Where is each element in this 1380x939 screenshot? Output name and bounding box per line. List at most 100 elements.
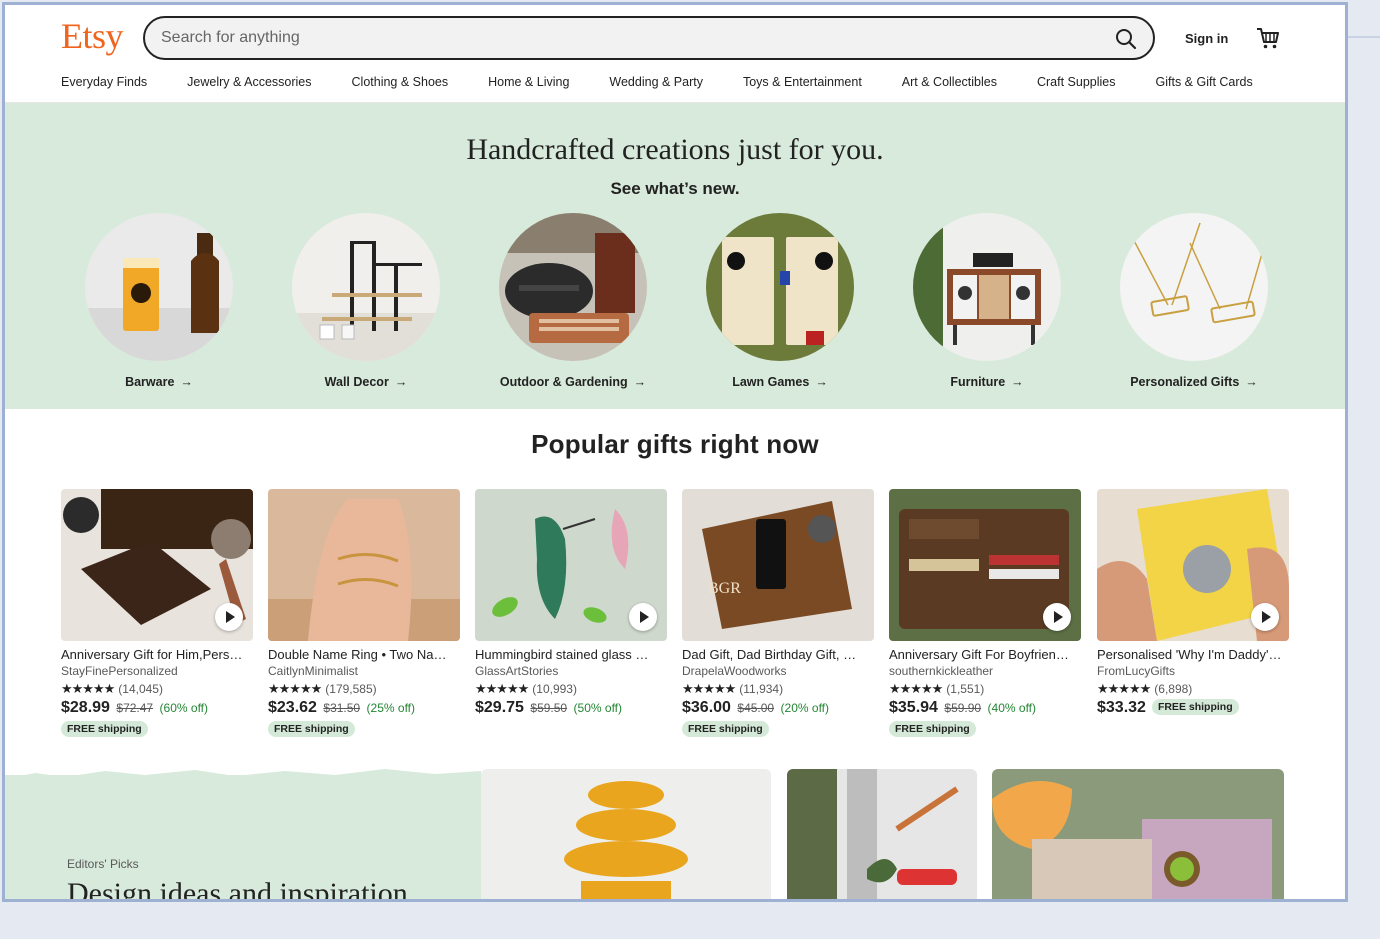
discount: (25% off) [366,701,416,715]
arrow-right-icon: → [1011,375,1024,389]
free-shipping-badge: FREE shipping [889,721,976,737]
free-shipping-badge: FREE shipping [268,721,355,737]
original-price: $72.47 [116,701,154,715]
product-card[interactable]: Anniversary Gift for Him,Pers… StayFineP… [61,489,253,737]
category-label: Lawn Games [732,375,810,389]
category-lawn-games[interactable]: Lawn Games → [705,213,855,389]
product-card[interactable]: BGR Dad Gift, Dad Birthday Gift, … Drape… [682,489,874,737]
discount: (60% off) [159,701,209,715]
product-image-wallet[interactable] [61,489,253,641]
star-rating-icon: ★★★★★ [682,681,736,696]
product-title[interactable]: Double Name Ring • Two Na… [268,647,460,662]
product-image-book[interactable] [1097,489,1289,641]
editors-pick-image-bowl-covers[interactable] [481,769,771,899]
free-shipping-badge: FREE shipping [61,721,148,737]
product-card[interactable]: Anniversary Gift For Boyfrien… southernk… [889,489,1081,737]
star-rating-icon: ★★★★★ [1097,681,1151,696]
review-count: (6,898) [1154,682,1193,696]
rating: ★★★★★ (11,934) [682,681,874,697]
nav-item-toys[interactable]: Toys & Entertainment [743,75,862,89]
editors-pick-image-fruit[interactable] [992,769,1284,899]
play-video-icon[interactable] [629,603,657,631]
nav-item-wedding[interactable]: Wedding & Party [609,75,703,89]
arrow-right-icon: → [394,375,408,389]
rating: ★★★★★ (14,045) [61,681,253,697]
product-title[interactable]: Dad Gift, Dad Birthday Gift, … [682,647,874,662]
product-image-docking-station[interactable]: BGR [682,489,874,641]
category-wall-decor[interactable]: Wall Decor → [291,213,441,389]
product-image-ring[interactable] [268,489,460,641]
category-label: Personalized Gifts [1130,375,1240,389]
star-rating-icon: ★★★★★ [268,681,322,696]
discount: (20% off) [780,701,830,715]
sale-price: $23.62 [268,699,317,716]
original-price: $59.50 [530,701,568,715]
product-title[interactable]: Hummingbird stained glass … [475,647,667,662]
sign-in-link[interactable]: Sign in [1185,31,1228,46]
play-video-icon[interactable] [1043,603,1071,631]
product-title[interactable]: Anniversary Gift For Boyfrien… [889,647,1081,662]
product-title[interactable]: Anniversary Gift for Him,Pers… [61,647,253,662]
hero-section: Handcrafted creations just for you. See … [5,103,1345,409]
nav-item-gifts[interactable]: Gifts & Gift Cards [1156,75,1253,89]
category-barware[interactable]: Barware → [84,213,234,389]
play-video-icon[interactable] [215,603,243,631]
search-input[interactable] [161,27,1081,49]
nav-item-clothing[interactable]: Clothing & Shoes [352,75,449,89]
editors-pick-image-bird-feeder[interactable] [787,769,977,899]
category-label: Barware [125,375,175,389]
nav-item-everyday-finds[interactable]: Everyday Finds [61,75,147,89]
category-nav: Everyday Finds Jewelry & Accessories Clo… [61,75,1293,89]
nav-item-jewelry[interactable]: Jewelry & Accessories [187,75,311,89]
browser-window: Etsy Sign in Everyday Finds Je [2,2,1348,902]
grill-image[interactable] [499,213,647,361]
shelf-image[interactable] [292,213,440,361]
category-label: Outdoor & Gardening [499,375,628,389]
rating: ★★★★★ (179,585) [268,681,460,697]
record-cabinet-image[interactable] [913,213,1061,361]
product-image-leather-wallet[interactable] [889,489,1081,641]
search-icon[interactable] [1113,26,1139,52]
nav-item-craft[interactable]: Craft Supplies [1037,75,1116,89]
arrow-right-icon: → [633,375,647,389]
shop-name: DrapelaWoodworks [682,664,787,678]
hero-title: Handcrafted creations just for you. [466,133,884,166]
category-label: Wall Decor [324,375,389,389]
star-rating-icon: ★★★★★ [475,681,529,696]
original-price: $31.50 [323,701,361,715]
product-image-hummingbird[interactable] [475,489,667,641]
category-label: Furniture [950,375,1006,389]
play-video-icon[interactable] [1251,603,1279,631]
arrow-right-icon: → [815,375,828,389]
arrow-right-icon: → [180,375,193,389]
rating: ★★★★★ (6,898) [1097,681,1289,697]
shop-name: CaitlynMinimalist [268,664,359,678]
search-bar[interactable] [143,16,1155,60]
product-card[interactable]: Personalised 'Why I'm Daddy'… FromLucyGi… [1097,489,1289,717]
cart-icon[interactable] [1255,25,1281,51]
name-necklace-image[interactable] [1120,213,1268,361]
category-outdoor[interactable]: Outdoor & Gardening → [498,213,648,389]
product-title[interactable]: Personalised 'Why I'm Daddy'… [1097,647,1289,662]
product-card[interactable]: Double Name Ring • Two Na… CaitlynMinima… [268,489,460,737]
star-rating-icon: ★★★★★ [889,681,943,696]
review-count: (11,934) [739,682,784,696]
sale-price: $28.99 [61,699,110,716]
nav-item-home-living[interactable]: Home & Living [488,75,569,89]
shop-name: FromLucyGifts [1097,664,1176,678]
review-count: (10,993) [532,682,577,696]
beer-glass-image[interactable] [85,213,233,361]
category-furniture[interactable]: Furniture → [912,213,1062,389]
site-header: Etsy Sign in Everyday Finds Je [5,5,1345,103]
nav-item-art[interactable]: Art & Collectibles [902,75,997,89]
etsy-logo[interactable]: Etsy [61,15,124,57]
discount: (50% off) [573,701,623,715]
cornhole-image[interactable] [706,213,854,361]
shop-name: GlassArtStories [475,664,559,678]
category-personalized[interactable]: Personalized Gifts → [1119,213,1269,389]
product-card[interactable]: Hummingbird stained glass … GlassArtStor… [475,489,667,717]
svg-text:BGR: BGR [708,580,741,597]
sale-price: $36.00 [682,699,731,716]
review-count: (179,585) [325,682,377,696]
sale-price: $33.32 [1097,699,1146,716]
